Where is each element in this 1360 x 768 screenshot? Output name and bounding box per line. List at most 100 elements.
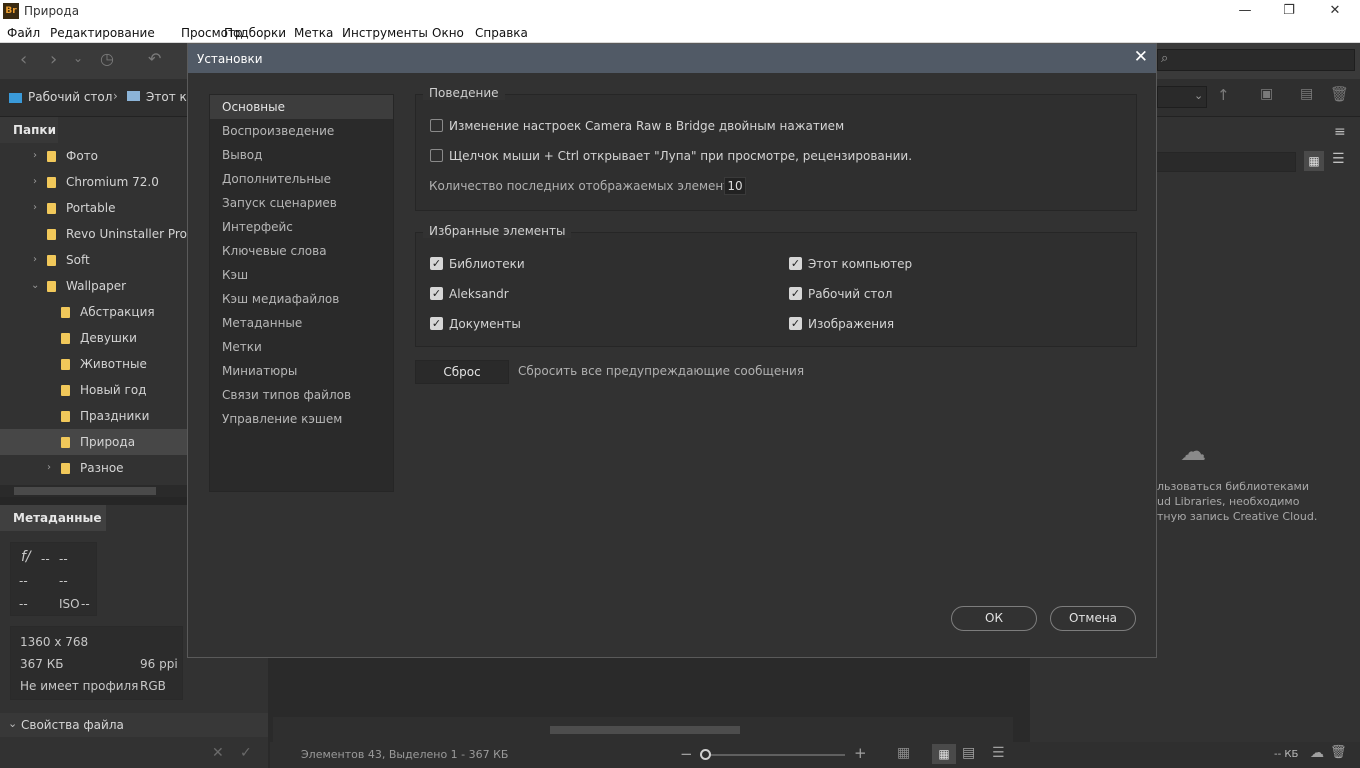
back-arrow-icon[interactable]: ‹ (20, 49, 27, 70)
file-properties-header[interactable]: ⌄ Свойства файла (0, 713, 268, 737)
maximize-button[interactable]: ❐ (1266, 0, 1312, 23)
folder-item[interactable]: ⌄ Wallpaper (0, 273, 187, 299)
favorite-documents-checkbox[interactable]: ✓ (430, 317, 443, 330)
recent-items-input[interactable]: 10 (724, 177, 746, 195)
folder-item[interactable]: › Chromium 72.0 (0, 169, 187, 195)
folder-item[interactable]: Revo Uninstaller Pro 4. (0, 221, 187, 247)
computer-icon (127, 91, 140, 101)
apply-icon[interactable]: ✓ (240, 745, 252, 761)
favorite-libraries-checkbox[interactable]: ✓ (430, 257, 443, 270)
favorite-pictures-checkbox[interactable]: ✓ (789, 317, 802, 330)
new-folder-icon[interactable]: ▤ (1300, 86, 1313, 102)
history-icon[interactable]: ◷ (100, 49, 114, 68)
folder-label: Portable (66, 201, 116, 215)
thumbnail-view-icon[interactable]: ▦ (932, 744, 956, 764)
dialog-title-bar: Установки ✕ (188, 44, 1156, 73)
ok-button[interactable]: ОК (951, 606, 1037, 631)
nav-startup-scripts[interactable]: Запуск сценариев (210, 191, 393, 215)
panel-menu-icon[interactable]: ≡ (1334, 124, 1346, 140)
folder-item[interactable]: › Фото (0, 143, 187, 169)
expand-arrow-icon[interactable]: › (33, 143, 37, 169)
folder-item[interactable]: Новый год (0, 377, 187, 403)
library-select[interactable] (1156, 152, 1296, 172)
collapse-arrow-icon[interactable]: ⌄ (31, 273, 39, 299)
content-scrollbar[interactable] (273, 717, 1013, 743)
folders-panel: Папки › Фото › Chromium 72.0 › Portable … (0, 117, 187, 497)
list-view-icon[interactable]: ☰ (992, 745, 1005, 761)
details-view-icon[interactable]: ▤ (962, 745, 975, 761)
preferences-dialog: Установки ✕ Основные Воспроизведение Выв… (187, 43, 1157, 658)
favorite-desktop-checkbox[interactable]: ✓ (789, 287, 802, 300)
zoom-out-icon[interactable]: − (680, 745, 693, 763)
nav-playback[interactable]: Воспроизведение (210, 119, 393, 143)
folder-item[interactable]: › Разное (0, 455, 187, 481)
menu-tools[interactable]: Инструменты (342, 26, 428, 40)
favorite-computer-checkbox[interactable]: ✓ (789, 257, 802, 270)
trash-icon[interactable]: 🗑 (1330, 745, 1347, 760)
dialog-close-icon[interactable]: ✕ (1134, 47, 1148, 67)
expand-arrow-icon[interactable]: › (33, 195, 37, 221)
close-window-button[interactable]: ✕ (1312, 0, 1358, 23)
camera-raw-checkbox[interactable] (430, 119, 443, 132)
menu-window[interactable]: Окно (432, 26, 464, 40)
expand-arrow-icon[interactable]: › (33, 247, 37, 273)
cancel-button[interactable]: Отмена (1050, 606, 1136, 631)
menu-file[interactable]: Файл (7, 26, 40, 40)
cancel-icon[interactable]: ✕ (212, 745, 224, 761)
nav-file-associations[interactable]: Связи типов файлов (210, 383, 393, 407)
ctrl-loupe-checkbox[interactable] (430, 149, 443, 162)
folder-item[interactable]: Абстракция (0, 299, 187, 325)
breadcrumb-desktop[interactable]: Рабочий стол (28, 90, 112, 104)
menu-help[interactable]: Справка (475, 26, 528, 40)
sort-up-icon[interactable]: ↑ (1217, 86, 1230, 104)
folder-item[interactable]: › Portable (0, 195, 187, 221)
nav-metadata[interactable]: Метаданные (210, 311, 393, 335)
chevron-down-icon[interactable]: ⌄ (73, 51, 83, 65)
nav-interface[interactable]: Интерфейс (210, 215, 393, 239)
menu-collections[interactable]: Подборки (224, 26, 286, 40)
expand-arrow-icon[interactable]: › (33, 169, 37, 195)
expand-arrow-icon[interactable]: › (47, 455, 51, 481)
folder-icon (47, 229, 56, 240)
thumbnail-size-slider[interactable] (700, 749, 845, 760)
menu-bar: Файл Редактирование Просмотр Подборки Ме… (0, 23, 1360, 43)
nav-cache[interactable]: Кэш (210, 263, 393, 287)
folder-item[interactable]: Праздники (0, 403, 187, 429)
folder-item[interactable]: › Soft (0, 247, 187, 273)
preferences-nav: Основные Воспроизведение Вывод Дополните… (209, 94, 394, 492)
nav-cache-management[interactable]: Управление кэшем (210, 407, 393, 431)
nav-general[interactable]: Основные (210, 95, 393, 119)
grid-lock-icon[interactable]: ▦ (897, 745, 910, 761)
nav-media-cache[interactable]: Кэш медиафайлов (210, 287, 393, 311)
nav-advanced[interactable]: Дополнительные (210, 167, 393, 191)
forward-arrow-icon[interactable]: › (50, 49, 57, 70)
folder-item-selected[interactable]: Природа (0, 429, 187, 455)
nav-labels[interactable]: Метки (210, 335, 393, 359)
nav-keywords[interactable]: Ключевые слова (210, 239, 393, 263)
folders-scrollbar[interactable] (0, 485, 187, 497)
folders-tab[interactable]: Папки (0, 117, 58, 143)
reset-warnings-button[interactable]: Сброс (415, 360, 509, 384)
zoom-in-icon[interactable]: + (854, 744, 867, 762)
cloud-icon[interactable]: ☁ (1310, 745, 1324, 761)
minimize-button[interactable]: — (1222, 0, 1268, 23)
folder-item[interactable]: Девушки (0, 325, 187, 351)
favorite-user-checkbox[interactable]: ✓ (430, 287, 443, 300)
list-view-icon[interactable]: ☰ (1332, 151, 1345, 167)
metadata-tab[interactable]: Метаданные (0, 505, 106, 531)
folder-item[interactable]: Животные (0, 351, 187, 377)
menu-edit[interactable]: Редактирование (50, 26, 155, 40)
slider-thumb[interactable] (700, 749, 711, 760)
scrollbar-thumb[interactable] (550, 726, 740, 734)
open-recent-icon[interactable]: ▣ (1260, 86, 1273, 102)
cloud-message: льзоваться библиотеками ud Libraries, не… (1157, 479, 1357, 524)
search-input[interactable]: ⌕ (1157, 49, 1355, 71)
trash-icon[interactable]: 🗑 (1330, 85, 1349, 103)
nav-output[interactable]: Вывод (210, 143, 393, 167)
nav-thumbnails[interactable]: Миниатюры (210, 359, 393, 383)
return-icon[interactable]: ↶ (148, 49, 161, 68)
scrollbar-thumb[interactable] (14, 487, 156, 495)
menu-label[interactable]: Метка (294, 26, 333, 40)
grid-view-icon[interactable]: ▦ (1304, 151, 1324, 171)
sort-select[interactable]: ⌄ (1157, 86, 1207, 108)
